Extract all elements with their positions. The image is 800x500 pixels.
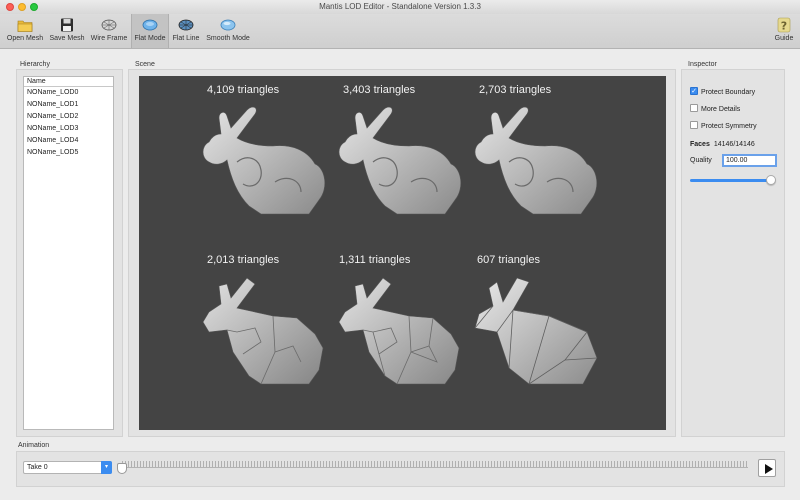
faces-value: 14146/14146 — [713, 141, 755, 148]
list-item[interactable]: NOName_LOD3 — [24, 123, 113, 135]
lod1-triangle-count: 3,403 triangles — [343, 84, 416, 96]
smooth-mode-button[interactable]: Smooth Mode — [203, 14, 253, 48]
checkbox-box — [690, 121, 698, 130]
open-mesh-label: Open Mesh — [6, 35, 44, 42]
lod5-triangle-count: 607 triangles — [477, 254, 540, 266]
bunny-mesh-lod5 — [474, 277, 598, 385]
list-item[interactable]: NOName_LOD5 — [24, 147, 113, 159]
checkbox-box — [690, 104, 698, 113]
window-title: Mantis LOD Editor - Standalone Version 1… — [319, 2, 481, 11]
more-details-label: More Details — [701, 106, 741, 113]
hierarchy-title: Hierarchy — [20, 61, 50, 68]
bunny-mesh-lod1 — [338, 106, 462, 215]
lod2-triangle-count: 2,703 triangles — [479, 84, 552, 96]
scene-title: Scene — [135, 61, 155, 68]
quality-label: Quality — [690, 157, 712, 164]
quality-field[interactable]: 100.00 — [722, 154, 777, 167]
open-mesh-button[interactable]: Open Mesh — [4, 14, 46, 48]
flat-line-label: Flat Line — [172, 35, 200, 42]
wire-frame-button[interactable]: Wire Frame — [88, 14, 130, 48]
lod4-triangle-count: 1,311 triangles — [339, 254, 411, 266]
smooth-mode-label: Smooth Mode — [206, 35, 250, 42]
save-mesh-label: Save Mesh — [49, 35, 85, 42]
flat-line-icon — [178, 19, 194, 31]
faces-label: Faces — [690, 141, 710, 148]
bunny-mesh-lod4 — [338, 277, 460, 385]
quality-slider-track[interactable] — [690, 179, 773, 182]
timeline-scrubber-handle[interactable] — [117, 463, 127, 474]
hierarchy-list: Name NOName_LOD0 NOName_LOD1 NOName_LOD2… — [23, 76, 114, 430]
protect-boundary-label: Protect Boundary — [701, 89, 756, 96]
list-item[interactable]: NOName_LOD1 — [24, 99, 113, 111]
animation-title: Animation — [18, 442, 50, 449]
wire-frame-label: Wire Frame — [90, 35, 128, 42]
flat-line-button[interactable]: Flat Line — [170, 14, 202, 48]
protect-boundary-checkbox[interactable]: ✓ Protect Boundary — [690, 87, 756, 98]
take-select[interactable]: Take 0 ▾ — [23, 461, 112, 474]
save-mesh-button[interactable]: Save Mesh — [47, 14, 87, 48]
lod0-triangle-count: 4,109 triangles — [207, 84, 280, 96]
protect-symmetry-label: Protect Symmetry — [701, 123, 757, 130]
bunny-mesh-lod0 — [202, 106, 326, 215]
flat-mode-label: Flat Mode — [134, 35, 166, 42]
svg-text:?: ? — [781, 20, 787, 33]
animation-timeline-track[interactable] — [122, 467, 748, 468]
toolbar: Open Mesh Save Mesh Wire Frame Flat Mode — [0, 14, 800, 49]
save-disk-icon — [61, 18, 73, 32]
lod3-triangle-count: 2,013 triangles — [207, 254, 280, 266]
chevron-down-icon: ▾ — [101, 461, 112, 474]
quality-slider-thumb[interactable] — [766, 175, 776, 185]
list-item[interactable]: NOName_LOD4 — [24, 135, 113, 147]
guide-button[interactable]: ? Guide — [770, 14, 798, 48]
more-details-checkbox[interactable]: More Details — [690, 104, 741, 115]
faces-readout: Faces 14146/14146 — [690, 141, 755, 148]
hierarchy-name-column-header[interactable]: Name — [24, 77, 113, 87]
inspector-title: Inspector — [688, 61, 717, 68]
bunny-mesh-lod3 — [202, 277, 324, 385]
question-mark-icon: ? — [777, 17, 791, 33]
flat-mode-button[interactable]: Flat Mode — [131, 14, 169, 48]
play-icon — [765, 464, 773, 474]
animation-panel — [16, 451, 785, 487]
guide-label: Guide — [774, 35, 794, 42]
checkmark-icon: ✓ — [690, 87, 698, 96]
play-button[interactable] — [758, 459, 776, 477]
list-item[interactable]: NOName_LOD0 — [24, 87, 113, 99]
take-select-value: Take 0 — [27, 464, 48, 471]
flat-mode-icon — [142, 19, 158, 31]
app-window: Mantis LOD Editor - Standalone Version 1… — [0, 0, 800, 500]
scene-viewport[interactable]: 4,109 triangles 3,403 triangles 2,703 tr… — [139, 76, 666, 430]
smooth-mode-icon — [220, 19, 236, 31]
list-item[interactable]: NOName_LOD2 — [24, 111, 113, 123]
folder-icon — [17, 20, 33, 32]
wire-frame-icon — [101, 19, 117, 31]
protect-symmetry-checkbox[interactable]: Protect Symmetry — [690, 121, 757, 132]
bunny-mesh-lod2 — [474, 106, 598, 215]
title-bar: Mantis LOD Editor - Standalone Version 1… — [0, 0, 800, 14]
